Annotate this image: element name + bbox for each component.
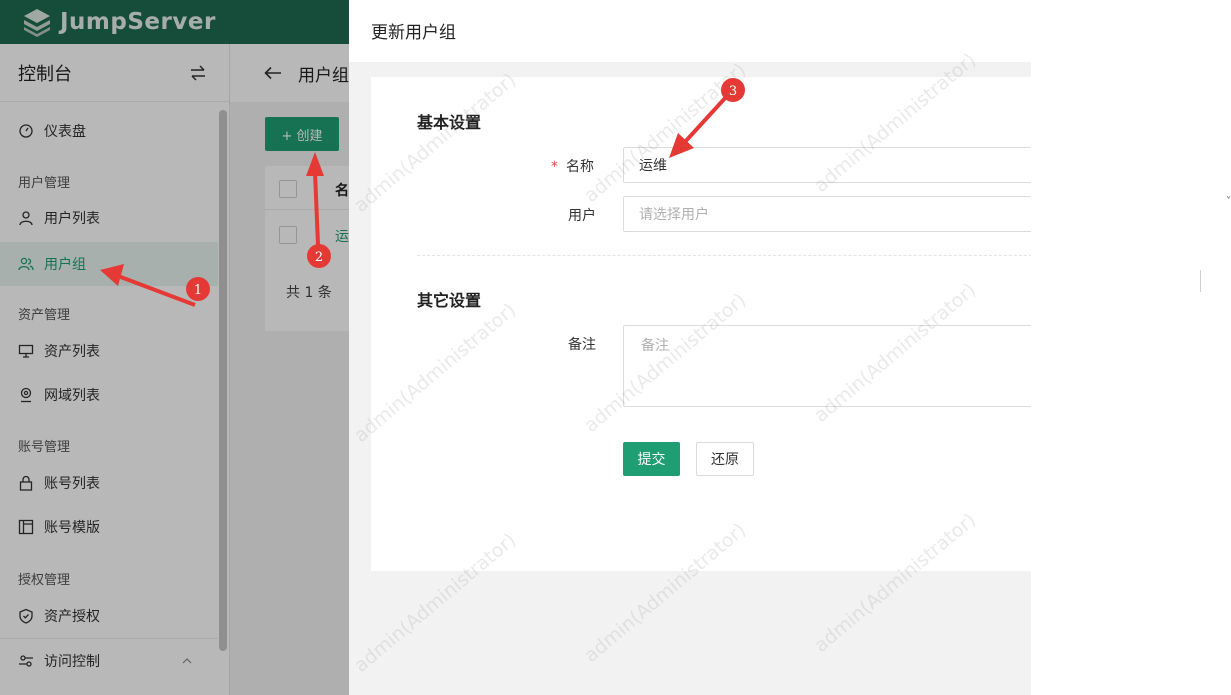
drawer-title: 更新用户组 bbox=[371, 23, 456, 43]
required-mark: * bbox=[551, 159, 558, 175]
reset-button[interactable]: 还原 bbox=[696, 442, 754, 476]
submit-button[interactable]: 提交 bbox=[623, 442, 680, 476]
name-input-value: 运维 bbox=[639, 158, 667, 174]
drawer-header: 更新用户组 bbox=[349, 0, 1031, 62]
users-label: 用户 bbox=[568, 208, 596, 224]
name-input[interactable]: 运维 bbox=[623, 147, 1043, 183]
basic-settings-title: 基本设置 bbox=[417, 113, 482, 132]
users-select[interactable]: 请选择用户 bbox=[623, 196, 1043, 232]
other-settings-title: 其它设置 bbox=[417, 291, 482, 310]
user-group-form: 基本设置 * 名称 运维 用户 请选择用户 其它设置 备注 备注 提交 还原 bbox=[371, 77, 1043, 571]
comment-label: 备注 bbox=[568, 337, 596, 353]
section-divider bbox=[417, 255, 1037, 256]
caret-down-icon: ˅ bbox=[1226, 196, 1231, 207]
comment-textarea[interactable]: 备注 bbox=[623, 325, 1043, 407]
name-label-text: 名称 bbox=[566, 159, 594, 175]
divider-mark bbox=[1200, 270, 1201, 292]
comment-placeholder: 备注 bbox=[641, 338, 669, 354]
users-select-placeholder: 请选择用户 bbox=[639, 207, 709, 223]
name-label: * 名称 bbox=[551, 156, 594, 176]
update-user-group-drawer: 更新用户组 基本设置 * 名称 运维 用户 请选择用户 其它设置 备注 备注 提交… bbox=[349, 0, 1043, 695]
right-blank-area bbox=[1031, 0, 1231, 695]
